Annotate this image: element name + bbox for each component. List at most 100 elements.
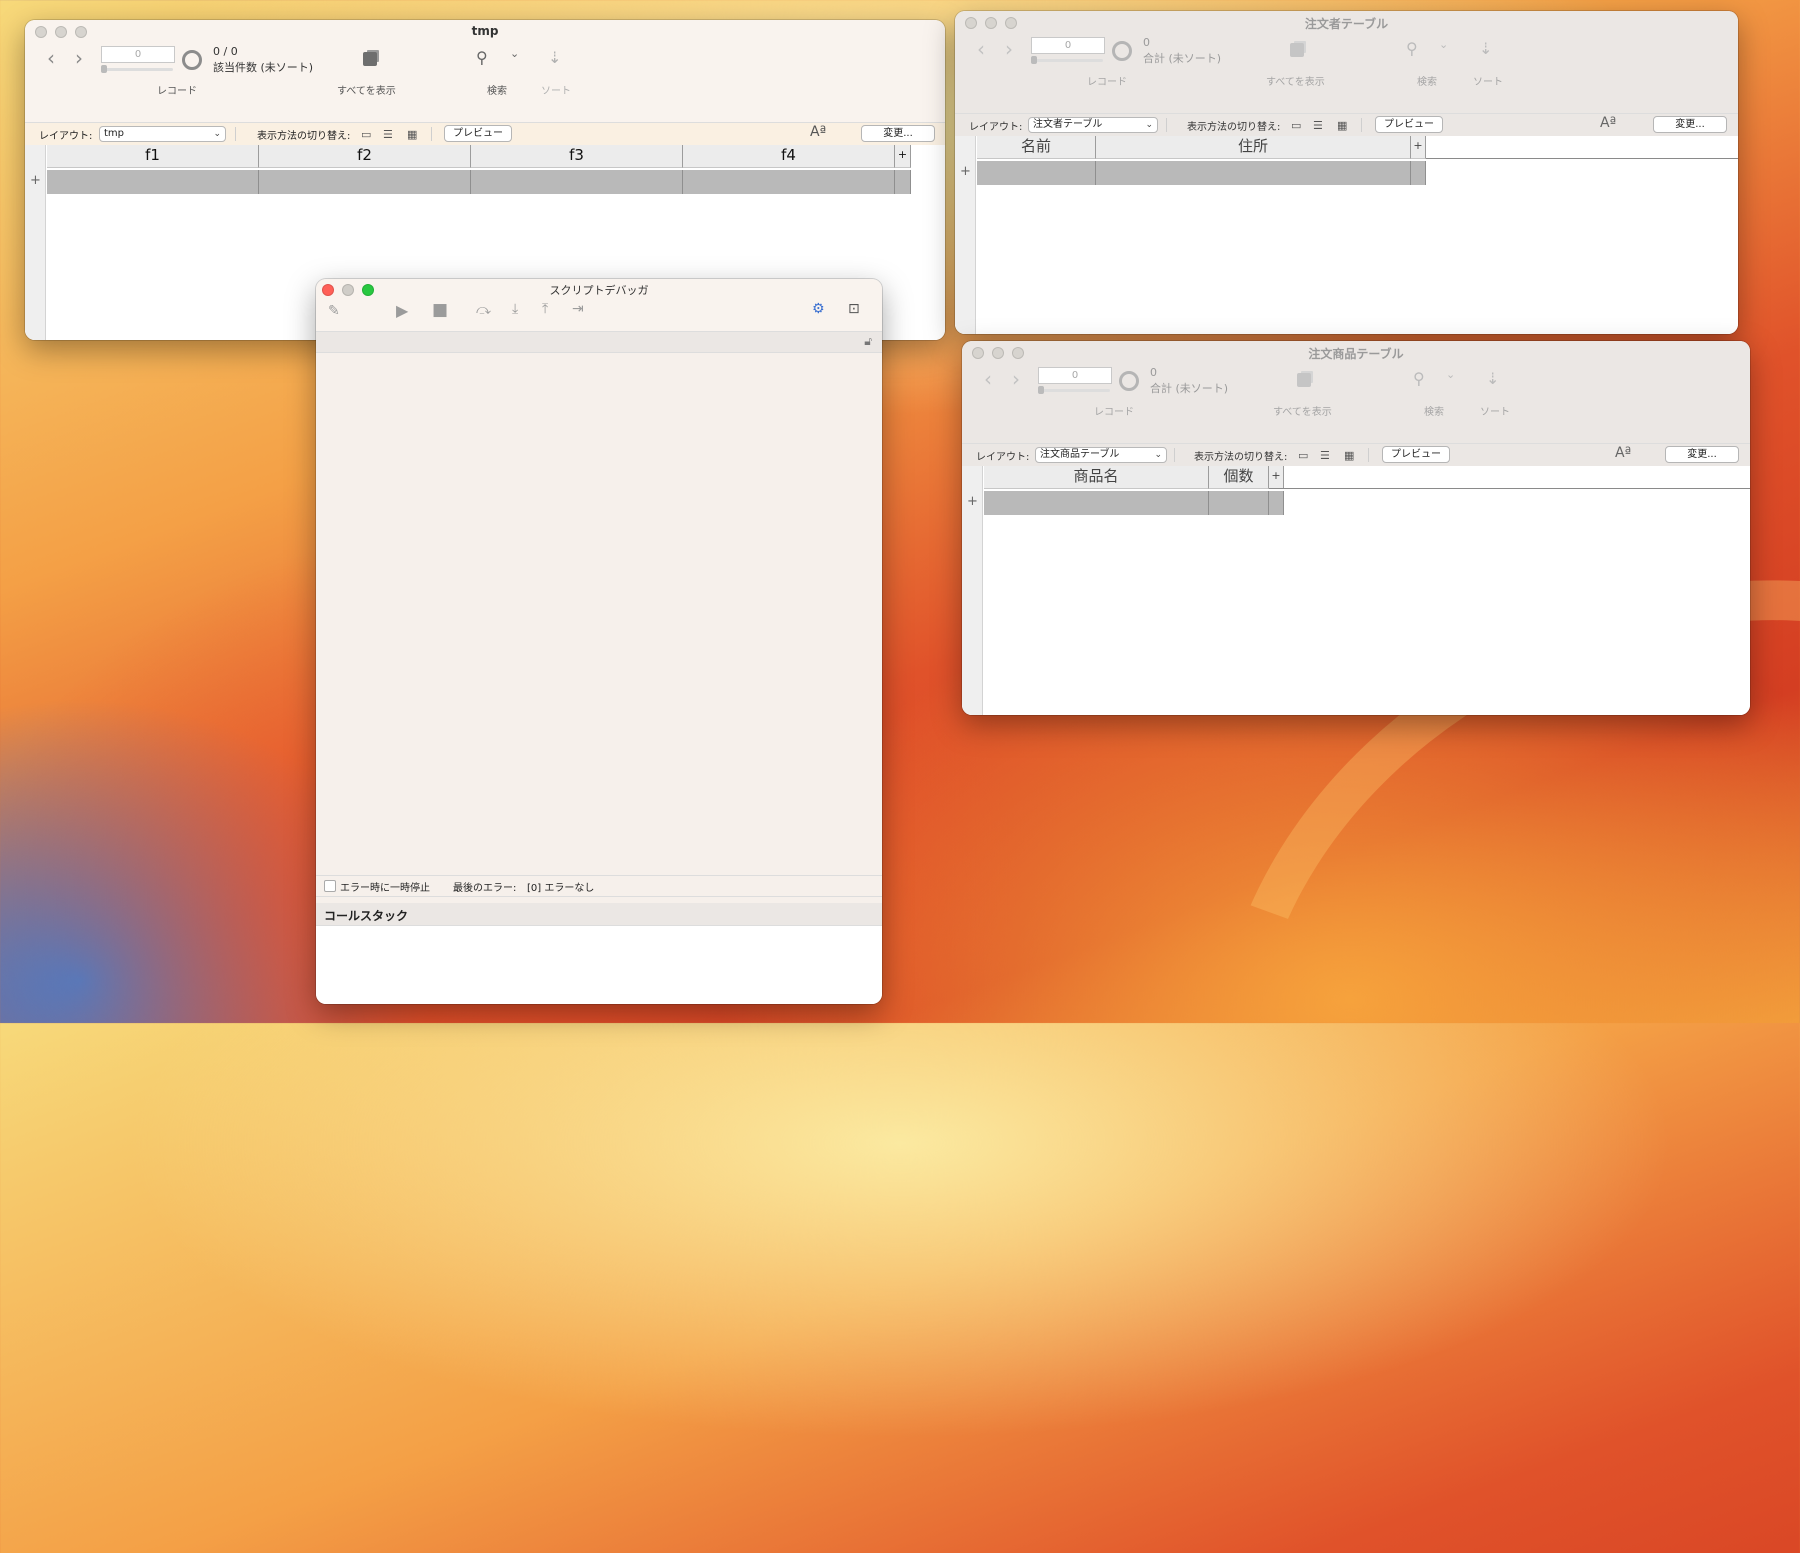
table-cell[interactable]	[895, 170, 911, 194]
search-icon[interactable]: ⚲	[1413, 369, 1425, 388]
table-cell[interactable]	[984, 491, 1209, 515]
breakpoint-settings-icon[interactable]: ⚙	[812, 301, 825, 317]
column-header[interactable]: 名前	[977, 136, 1096, 159]
list-view-icon[interactable]: ☰	[1320, 449, 1330, 462]
record-number-field[interactable]: 0	[1031, 37, 1105, 54]
table-row[interactable]	[977, 161, 1426, 185]
show-all-label[interactable]: すべてを表示	[1273, 403, 1332, 418]
script-steps-area[interactable]	[316, 353, 882, 953]
form-view-icon[interactable]: ▭	[1298, 449, 1308, 462]
sort-label[interactable]: ソート	[1473, 73, 1503, 88]
table-row[interactable]	[47, 170, 911, 194]
search-label[interactable]: 検索	[487, 82, 507, 97]
title-bar: tmp	[25, 20, 945, 42]
step-into-icon[interactable]: ⤓	[512, 301, 518, 317]
column-header[interactable]: 住所	[1096, 136, 1411, 159]
search-label[interactable]: 検索	[1424, 403, 1444, 418]
table-view-icon[interactable]: ▦	[1337, 119, 1347, 132]
preview-button[interactable]: プレビュー	[1375, 116, 1443, 133]
step-over-icon[interactable]: ⤼	[476, 302, 491, 318]
sort-icon[interactable]: ⇣	[548, 48, 561, 67]
layout-select[interactable]: 注文商品テーブル ⌄	[1035, 447, 1167, 463]
layout-select[interactable]: 注文者テーブル ⌄	[1028, 117, 1158, 133]
column-header[interactable]: 個数	[1209, 466, 1269, 489]
add-record-plus-icon[interactable]: +	[960, 164, 971, 179]
record-number-field[interactable]: 0	[101, 46, 175, 63]
show-all-icon[interactable]	[363, 52, 377, 66]
list-view-icon[interactable]: ☰	[1313, 119, 1323, 132]
previous-record-icon[interactable]: ‹	[984, 367, 992, 391]
table-row[interactable]	[984, 491, 1284, 515]
search-dropdown-chevron-icon[interactable]: ⌄	[1446, 368, 1455, 381]
column-header[interactable]: f1	[47, 145, 259, 168]
preview-button[interactable]: プレビュー	[444, 125, 512, 142]
table-view-icon[interactable]: ▦	[1344, 449, 1354, 462]
list-view-icon[interactable]: ☰	[383, 128, 393, 141]
record-slider[interactable]	[1031, 56, 1103, 64]
run-play-icon[interactable]: ▶	[396, 301, 408, 320]
add-field-plus-icon[interactable]: +	[1411, 136, 1426, 159]
font-size-icon[interactable]: Aª	[1615, 445, 1631, 461]
next-record-icon[interactable]: ›	[75, 46, 83, 70]
pause-on-error-label[interactable]: エラー時に一時停止	[340, 879, 430, 894]
table-view-icon[interactable]: ▦	[407, 128, 417, 141]
column-header[interactable]: f4	[683, 145, 895, 168]
previous-record-icon[interactable]: ‹	[47, 46, 55, 70]
unlock-icon[interactable]: 🔓︎	[864, 334, 872, 349]
column-header[interactable]: f2	[259, 145, 471, 168]
add-record-plus-icon[interactable]: +	[30, 173, 41, 188]
table-cell[interactable]	[683, 170, 895, 194]
font-size-icon[interactable]: Aª	[1600, 115, 1616, 131]
next-record-icon[interactable]: ›	[1005, 37, 1013, 61]
search-dropdown-chevron-icon[interactable]: ⌄	[510, 47, 519, 60]
add-record-plus-icon[interactable]: +	[967, 494, 978, 509]
show-all-icon[interactable]	[1290, 43, 1304, 57]
layout-select[interactable]: tmp ⌄	[99, 126, 226, 142]
data-viewer-icon[interactable]: ⊡	[848, 301, 860, 317]
set-next-step-icon[interactable]: ⇥	[572, 301, 584, 317]
add-field-plus-icon[interactable]: +	[895, 145, 911, 168]
sort-icon[interactable]: ⇣	[1486, 369, 1499, 388]
table-cell[interactable]	[47, 170, 259, 194]
record-pie-icon	[1119, 371, 1139, 391]
show-all-icon[interactable]	[1297, 373, 1311, 387]
add-field-plus-icon[interactable]: +	[1269, 466, 1284, 489]
next-record-icon[interactable]: ›	[1012, 367, 1020, 391]
split-handle[interactable]	[316, 896, 882, 903]
column-header[interactable]: f3	[471, 145, 683, 168]
search-label[interactable]: 検索	[1417, 73, 1437, 88]
change-button[interactable]: 変更...	[1653, 116, 1727, 133]
previous-record-icon[interactable]: ‹	[977, 37, 985, 61]
sort-icon[interactable]: ⇣	[1479, 39, 1492, 58]
table-cell[interactable]	[259, 170, 471, 194]
column-header[interactable]: 商品名	[984, 466, 1209, 489]
table-cell[interactable]	[471, 170, 683, 194]
font-size-icon[interactable]: Aª	[810, 124, 826, 140]
call-stack-list[interactable]	[316, 926, 882, 1004]
pause-on-error-checkbox[interactable]	[324, 880, 336, 892]
record-number-field[interactable]: 0	[1038, 367, 1112, 384]
step-out-icon[interactable]: ⤒	[542, 301, 548, 317]
table-cell[interactable]	[1269, 491, 1284, 515]
show-all-label[interactable]: すべてを表示	[1266, 73, 1325, 88]
search-icon[interactable]: ⚲	[1406, 39, 1418, 58]
change-button[interactable]: 変更...	[861, 125, 935, 142]
form-view-icon[interactable]: ▭	[361, 128, 371, 141]
table-cell[interactable]	[1209, 491, 1269, 515]
search-icon[interactable]: ⚲	[476, 48, 488, 67]
preview-button[interactable]: プレビュー	[1382, 446, 1450, 463]
sort-label[interactable]: ソート	[1480, 403, 1510, 418]
change-button[interactable]: 変更...	[1665, 446, 1739, 463]
sort-label[interactable]: ソート	[541, 82, 571, 97]
show-all-label[interactable]: すべてを表示	[337, 82, 396, 97]
table-cell[interactable]	[1411, 161, 1426, 185]
record-slider[interactable]	[1038, 386, 1110, 394]
edit-pencil-icon[interactable]: ✎	[328, 303, 340, 319]
form-view-icon[interactable]: ▭	[1291, 119, 1301, 132]
stop-icon[interactable]: ■	[432, 300, 448, 320]
table-cell[interactable]	[977, 161, 1096, 185]
table-cell[interactable]	[1096, 161, 1411, 185]
record-slider[interactable]	[101, 65, 173, 73]
window-title: 注文商品テーブル	[1308, 347, 1404, 361]
search-dropdown-chevron-icon[interactable]: ⌄	[1439, 38, 1448, 51]
